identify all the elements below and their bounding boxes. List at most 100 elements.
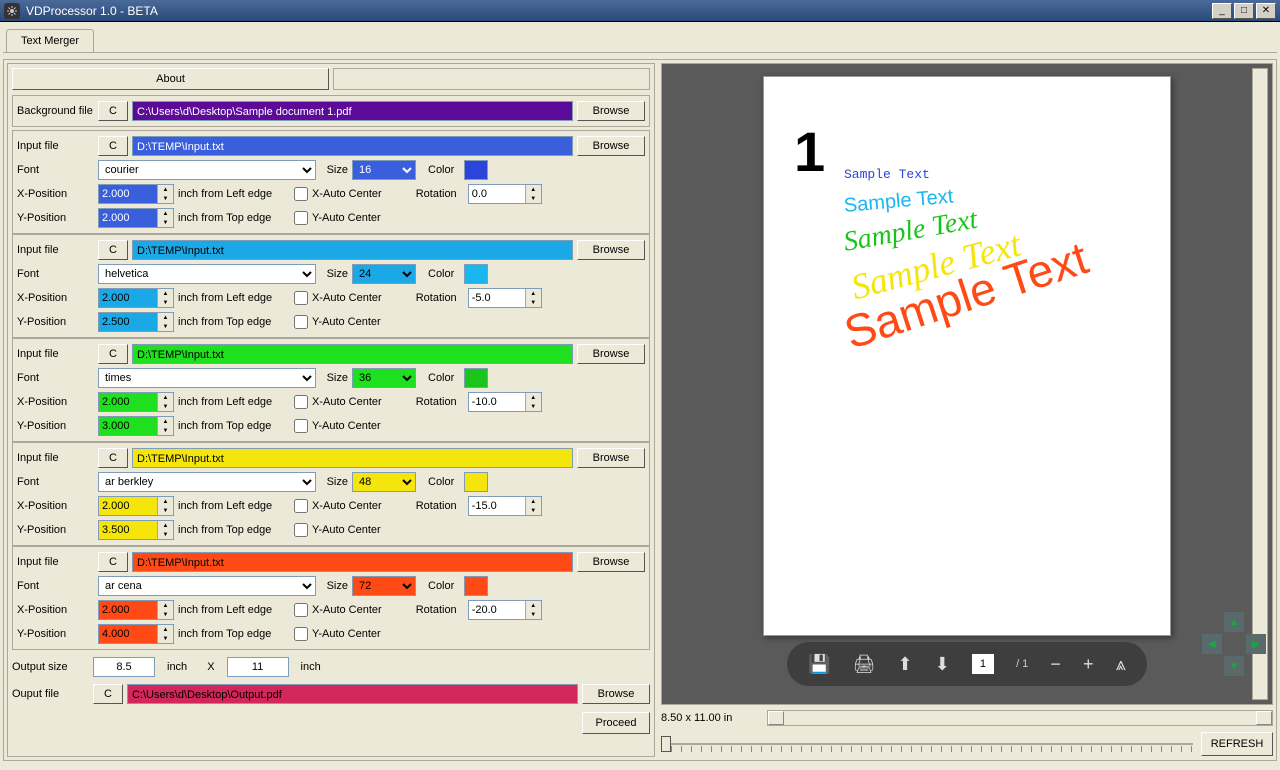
output-width-input[interactable] (93, 657, 155, 677)
preview-vertical-scrollbar[interactable] (1252, 68, 1268, 700)
font-select[interactable]: times (98, 368, 316, 388)
page-input[interactable] (972, 654, 994, 674)
input-clear-button[interactable]: C (98, 552, 128, 572)
nav-left-button[interactable]: ◀ (1202, 634, 1222, 654)
spin-up-icon[interactable]: ▲ (525, 497, 541, 506)
spin-down-icon[interactable]: ▼ (525, 610, 541, 619)
font-select[interactable]: ar berkley (98, 472, 316, 492)
refresh-button[interactable]: REFRESH (1201, 732, 1273, 756)
y-auto-center-checkbox[interactable] (294, 523, 308, 537)
rotation-spinner[interactable]: ▲▼ (468, 392, 542, 412)
spin-up-icon[interactable]: ▲ (157, 289, 173, 298)
close-button[interactable]: ✕ (1256, 3, 1276, 19)
xpos-spinner[interactable]: ▲▼ (98, 184, 174, 204)
xpos-spinner[interactable]: ▲▼ (98, 288, 174, 308)
size-select[interactable]: 24 (352, 264, 416, 284)
font-select[interactable]: courier (98, 160, 316, 180)
spin-up-icon[interactable]: ▲ (157, 497, 173, 506)
input-clear-button[interactable]: C (98, 136, 128, 156)
output-height-input[interactable] (227, 657, 289, 677)
spin-down-icon[interactable]: ▼ (157, 530, 173, 539)
ypos-spinner[interactable]: ▲▼ (98, 624, 174, 644)
output-browse-button[interactable]: Browse (582, 684, 650, 704)
rotation-spinner[interactable]: ▲▼ (468, 600, 542, 620)
ypos-spinner[interactable]: ▲▼ (98, 208, 174, 228)
xpos-spinner[interactable]: ▲▼ (98, 600, 174, 620)
preview-horizontal-scrollbar[interactable] (767, 710, 1273, 726)
input-file-path[interactable]: D:\TEMP\Input.txt (132, 448, 573, 468)
page-up-icon[interactable]: ⬆ (898, 654, 913, 675)
spin-up-icon[interactable]: ▲ (157, 521, 173, 530)
page-down-icon[interactable]: ⬇ (935, 654, 950, 675)
spin-up-icon[interactable]: ▲ (157, 601, 173, 610)
spin-down-icon[interactable]: ▼ (157, 402, 173, 411)
rotation-spinner[interactable]: ▲▼ (468, 184, 542, 204)
output-file-path[interactable]: C:\Users\d\Desktop\Output.pdf (127, 684, 578, 704)
spin-down-icon[interactable]: ▼ (157, 194, 173, 203)
tab-text-merger[interactable]: Text Merger (6, 29, 94, 52)
input-clear-button[interactable]: C (98, 240, 128, 260)
ypos-spinner[interactable]: ▲▼ (98, 416, 174, 436)
spin-down-icon[interactable]: ▼ (525, 402, 541, 411)
background-file-path[interactable]: C:\Users\d\Desktop\Sample document 1.pdf (132, 101, 573, 121)
output-clear-button[interactable]: C (93, 684, 123, 704)
preview-viewport[interactable]: 1 Sample TextSample TextSample TextSampl… (661, 63, 1273, 705)
spin-up-icon[interactable]: ▲ (157, 625, 173, 634)
input-file-path[interactable]: D:\TEMP\Input.txt (132, 240, 573, 260)
spin-down-icon[interactable]: ▼ (157, 610, 173, 619)
size-select[interactable]: 48 (352, 472, 416, 492)
zoom-slider[interactable] (661, 733, 1193, 755)
ypos-spinner[interactable]: ▲▼ (98, 520, 174, 540)
proceed-button[interactable]: Proceed (582, 712, 650, 734)
zoom-out-icon[interactable]: − (1050, 654, 1061, 675)
spin-down-icon[interactable]: ▼ (157, 298, 173, 307)
print-icon[interactable]: 🖨 (853, 654, 876, 675)
background-clear-button[interactable]: C (98, 101, 128, 121)
xpos-spinner[interactable]: ▲▼ (98, 496, 174, 516)
input-browse-button[interactable]: Browse (577, 344, 645, 364)
size-select[interactable]: 72 (352, 576, 416, 596)
save-icon[interactable]: 💾 (808, 654, 830, 675)
spin-up-icon[interactable]: ▲ (157, 209, 173, 218)
x-auto-center-checkbox[interactable] (294, 499, 308, 513)
minimize-button[interactable]: _ (1212, 3, 1232, 19)
color-swatch[interactable] (464, 472, 488, 492)
maximize-button[interactable]: □ (1234, 3, 1254, 19)
input-file-path[interactable]: D:\TEMP\Input.txt (132, 136, 573, 156)
spin-up-icon[interactable]: ▲ (157, 393, 173, 402)
rotation-spinner[interactable]: ▲▼ (468, 496, 542, 516)
spin-down-icon[interactable]: ▼ (157, 218, 173, 227)
input-browse-button[interactable]: Browse (577, 448, 645, 468)
color-swatch[interactable] (464, 368, 488, 388)
font-select[interactable]: ar cena (98, 576, 316, 596)
color-swatch[interactable] (464, 576, 488, 596)
input-browse-button[interactable]: Browse (577, 552, 645, 572)
xpos-spinner[interactable]: ▲▼ (98, 392, 174, 412)
spin-down-icon[interactable]: ▼ (157, 506, 173, 515)
spin-down-icon[interactable]: ▼ (525, 194, 541, 203)
input-browse-button[interactable]: Browse (577, 136, 645, 156)
zoom-in-icon[interactable]: + (1083, 654, 1094, 675)
spin-up-icon[interactable]: ▲ (525, 393, 541, 402)
spin-up-icon[interactable]: ▲ (157, 185, 173, 194)
y-auto-center-checkbox[interactable] (294, 419, 308, 433)
spin-down-icon[interactable]: ▼ (157, 426, 173, 435)
y-auto-center-checkbox[interactable] (294, 211, 308, 225)
nav-right-button[interactable]: ▶ (1246, 634, 1266, 654)
color-swatch[interactable] (464, 160, 488, 180)
font-select[interactable]: helvetica (98, 264, 316, 284)
x-auto-center-checkbox[interactable] (294, 187, 308, 201)
spin-down-icon[interactable]: ▼ (525, 298, 541, 307)
spin-down-icon[interactable]: ▼ (157, 322, 173, 331)
background-browse-button[interactable]: Browse (577, 101, 645, 121)
rotation-spinner[interactable]: ▲▼ (468, 288, 542, 308)
size-select[interactable]: 36 (352, 368, 416, 388)
ypos-spinner[interactable]: ▲▼ (98, 312, 174, 332)
spin-up-icon[interactable]: ▲ (157, 313, 173, 322)
about-button[interactable]: About (12, 68, 329, 90)
spin-up-icon[interactable]: ▲ (525, 185, 541, 194)
x-auto-center-checkbox[interactable] (294, 395, 308, 409)
spin-up-icon[interactable]: ▲ (525, 601, 541, 610)
spin-up-icon[interactable]: ▲ (525, 289, 541, 298)
input-browse-button[interactable]: Browse (577, 240, 645, 260)
